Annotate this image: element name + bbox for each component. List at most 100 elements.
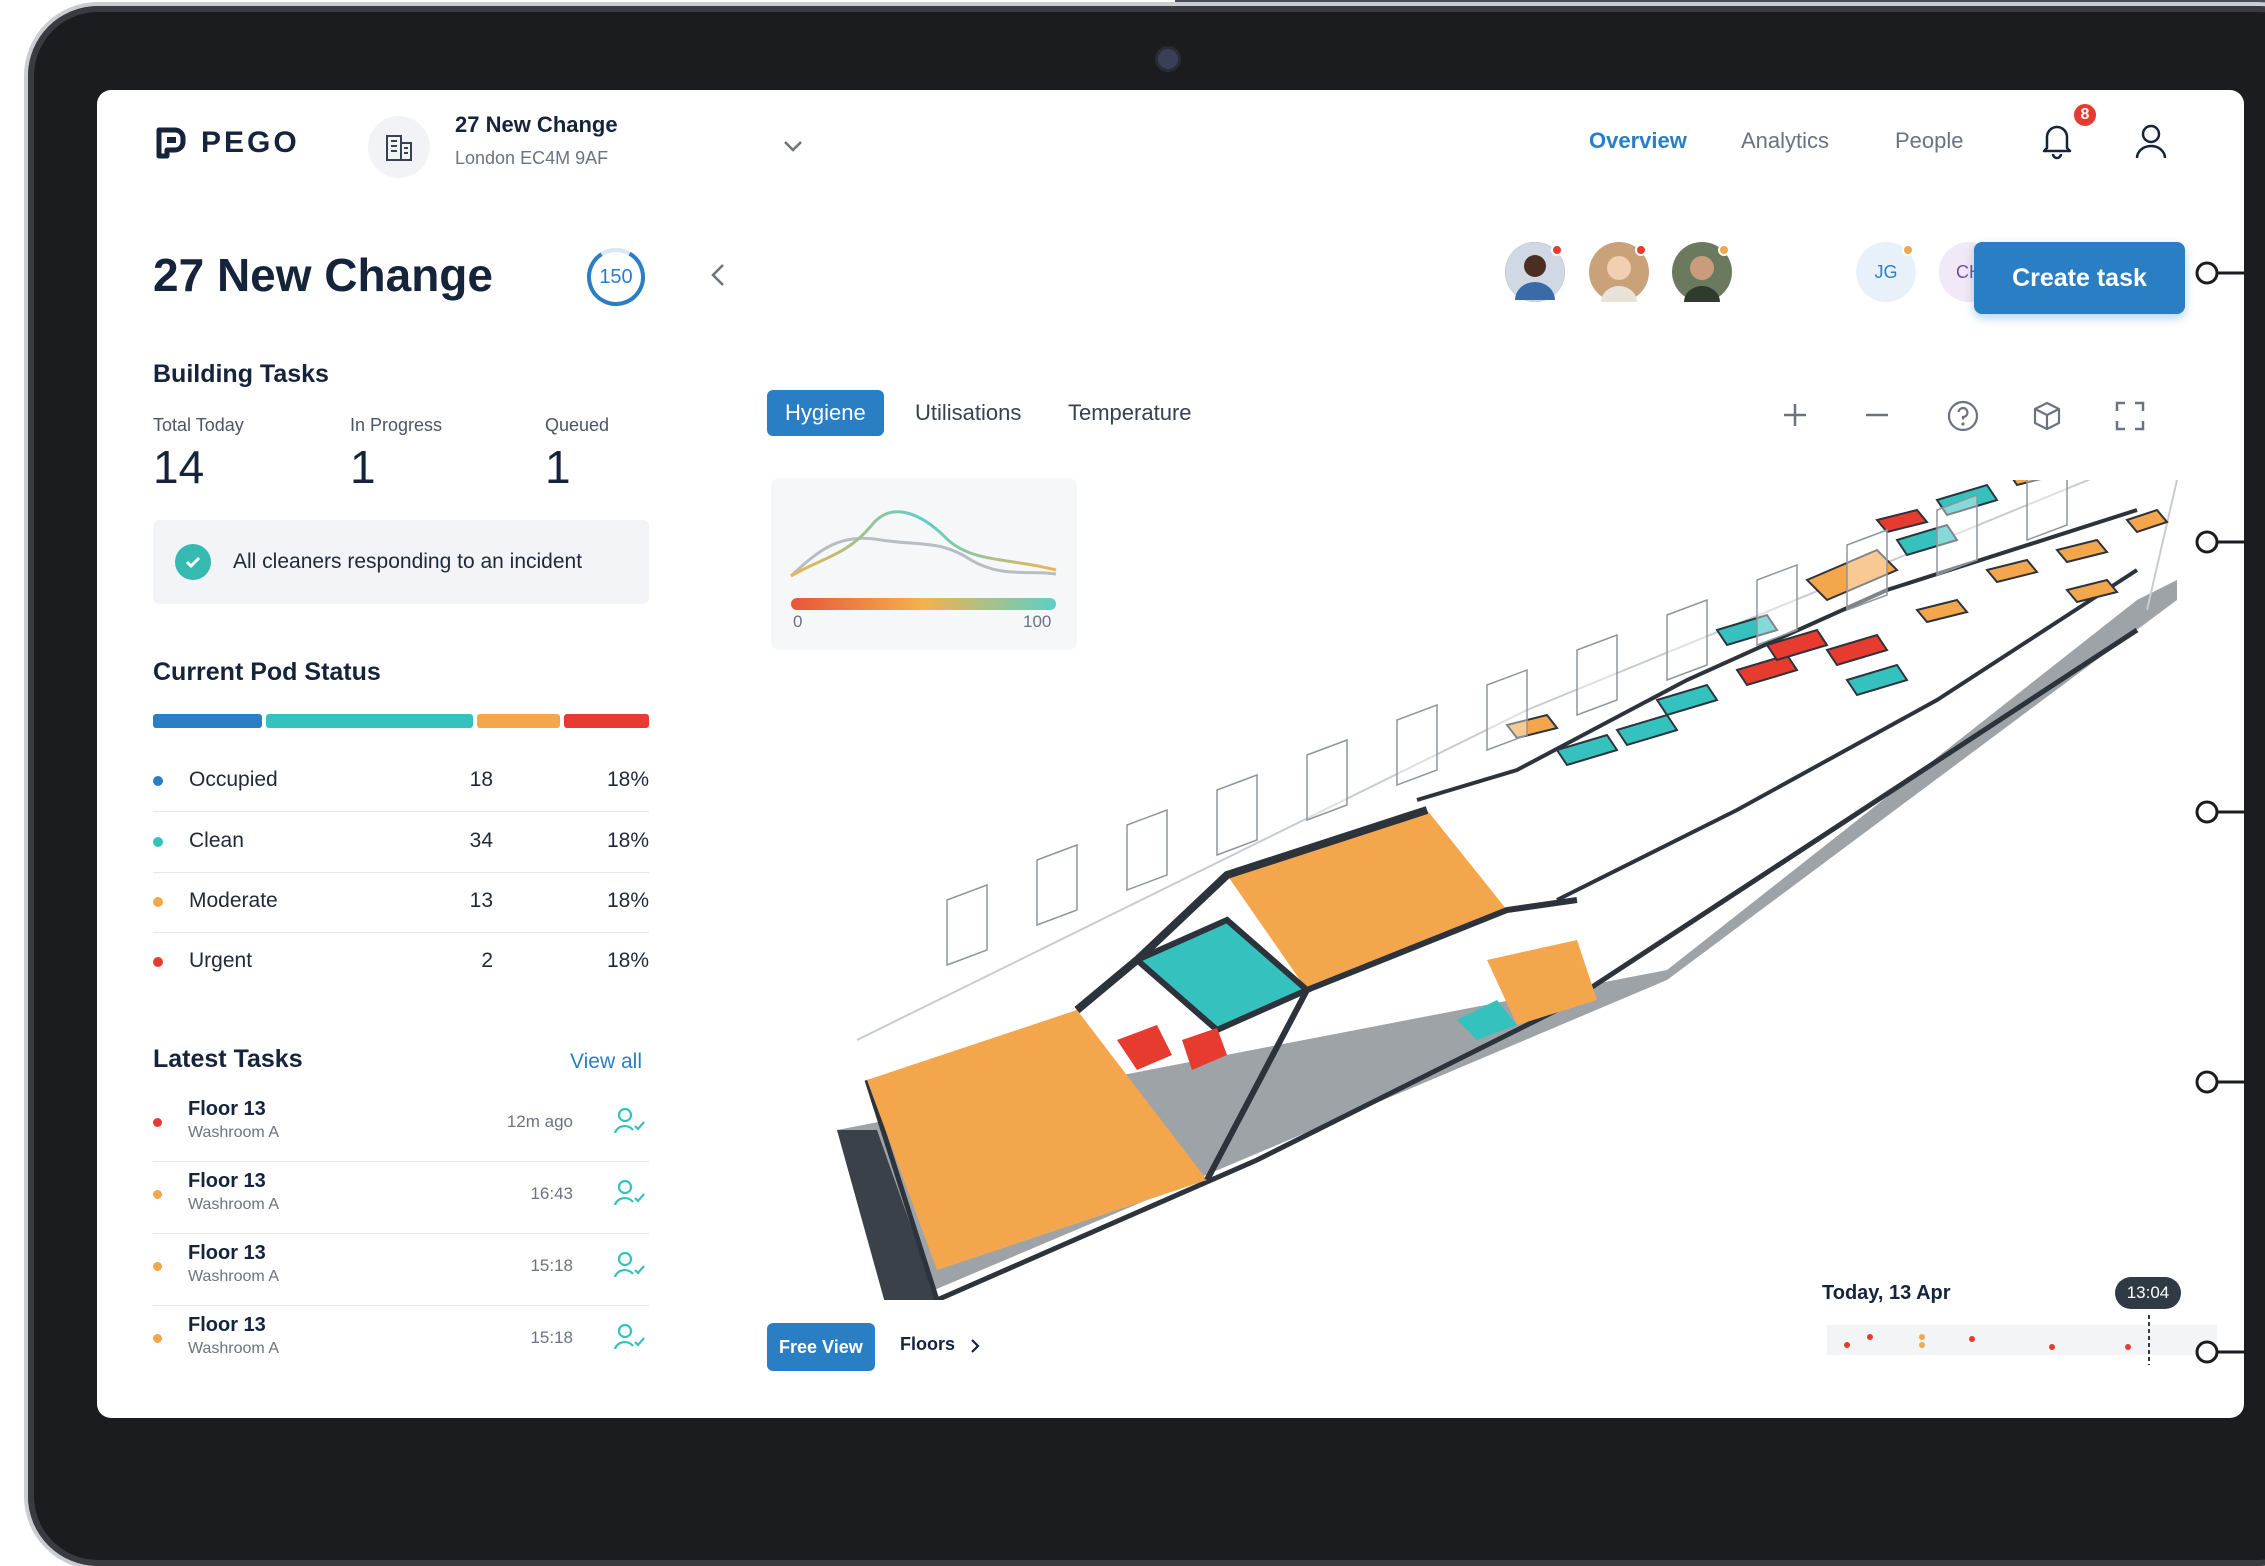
- latest-tasks-title: Latest Tasks: [153, 1045, 303, 1073]
- free-view-button[interactable]: Free View: [767, 1323, 875, 1371]
- pod-pct: 18%: [606, 829, 649, 852]
- notice-text: All cleaners responding to an incident: [233, 550, 583, 573]
- pego-logo-icon: [156, 127, 186, 159]
- status-dot: [153, 1190, 162, 1199]
- pod-status-bar: [153, 714, 649, 728]
- page-title: 27 New Change: [153, 249, 493, 301]
- fullscreen-icon[interactable]: [2114, 400, 2146, 432]
- callout-marker: [2195, 1340, 2265, 1364]
- brand-logo[interactable]: PEGO: [153, 126, 300, 160]
- avatar-initials[interactable]: JG: [1856, 242, 1916, 302]
- zoom-out-icon[interactable]: [1862, 400, 1892, 430]
- pod-count: 2: [481, 949, 493, 972]
- stat-label: In Progress: [350, 415, 443, 435]
- pod-name: Occupied: [189, 768, 278, 791]
- tab-utilisations[interactable]: Utilisations: [915, 390, 1021, 436]
- timeline-track[interactable]: [1827, 1315, 2227, 1365]
- stat-label: Queued: [545, 415, 610, 435]
- assign-user-icon[interactable]: [613, 1250, 647, 1280]
- chevron-left-icon[interactable]: [707, 260, 731, 290]
- building-tasks-title: Building Tasks: [153, 360, 329, 388]
- task-floor: Floor 13: [188, 1098, 266, 1120]
- user-icon[interactable]: [2133, 122, 2169, 162]
- chevron-down-icon[interactable]: [779, 132, 807, 160]
- status-dot: [153, 1262, 162, 1271]
- zoom-in-icon[interactable]: [1780, 400, 1810, 430]
- pod-bar-moderate: [477, 714, 560, 728]
- floors-button[interactable]: Floors: [900, 1334, 955, 1355]
- avatar[interactable]: [1505, 242, 1565, 302]
- assign-user-icon[interactable]: [613, 1178, 647, 1208]
- stat-value: 14: [153, 441, 205, 493]
- chevron-right-icon[interactable]: [967, 1336, 983, 1356]
- create-task-button[interactable]: Create task: [1974, 242, 2185, 314]
- legend-min: 0: [793, 612, 803, 631]
- task-row[interactable]: Floor 13 Washroom A 15:18: [153, 1306, 649, 1378]
- tab-temperature[interactable]: Temperature: [1068, 390, 1192, 436]
- bell-icon[interactable]: [2039, 120, 2075, 160]
- status-dot: [153, 837, 163, 847]
- assign-user-icon[interactable]: [613, 1322, 647, 1352]
- task-row[interactable]: Floor 13 Washroom A 16:43: [153, 1162, 649, 1234]
- stat-value: 1: [350, 441, 376, 493]
- task-row[interactable]: Floor 13 Washroom A 12m ago: [153, 1090, 649, 1162]
- assign-user-icon[interactable]: [613, 1106, 647, 1136]
- task-floor: Floor 13: [188, 1314, 266, 1336]
- task-room: Washroom A: [188, 1124, 279, 1141]
- brand-name: PEGO: [201, 126, 300, 159]
- check-icon: [175, 544, 211, 580]
- avatar-initials-text: JG: [1874, 261, 1898, 282]
- pod-status-title: Current Pod Status: [153, 658, 381, 686]
- callout-marker: [2195, 800, 2265, 824]
- status-dot: [153, 1118, 162, 1127]
- pod-count: 34: [469, 829, 493, 852]
- task-row[interactable]: Floor 13 Washroom A 15:18: [153, 1234, 649, 1306]
- status-dot: [1635, 244, 1647, 256]
- pod-bar-clean: [266, 714, 473, 728]
- status-dot: [153, 957, 163, 967]
- building-address: London EC4M 9AF: [455, 148, 609, 168]
- camera: [1158, 49, 1178, 69]
- pod-pct: 18%: [606, 768, 649, 791]
- task-room: Washroom A: [188, 1268, 279, 1285]
- task-time: 16:43: [530, 1184, 573, 1203]
- callout-marker: [2195, 530, 2265, 554]
- timeline-date: Today, 13 Apr: [1822, 1282, 1951, 1304]
- building-name: 27 New Change: [455, 112, 618, 137]
- pod-name: Moderate: [189, 889, 278, 912]
- status-dot: [1551, 244, 1563, 256]
- timeline-time[interactable]: 13:04: [2115, 1277, 2181, 1309]
- avatar[interactable]: [1589, 242, 1649, 302]
- pod-row-clean: Clean 34 18%: [153, 813, 649, 873]
- pod-pct: 18%: [606, 949, 649, 972]
- pod-row-moderate: Moderate 13 18%: [153, 873, 649, 933]
- task-room: Washroom A: [188, 1340, 279, 1357]
- stat-label: Total Today: [153, 415, 244, 435]
- score-value: 150: [599, 265, 633, 288]
- view-all-link[interactable]: View all: [570, 1050, 642, 1074]
- task-time: 15:18: [530, 1256, 573, 1275]
- status-dot: [1718, 244, 1730, 256]
- task-room: Washroom A: [188, 1196, 279, 1213]
- nav-analytics[interactable]: Analytics: [1741, 128, 1829, 154]
- help-icon[interactable]: [1947, 400, 1979, 432]
- callout-marker: [2195, 261, 2265, 285]
- pod-name: Urgent: [189, 949, 253, 972]
- avatar[interactable]: [1672, 242, 1732, 302]
- pod-bar-urgent: [564, 714, 649, 728]
- pod-row-urgent: Urgent 2 18%: [153, 933, 649, 993]
- task-floor: Floor 13: [188, 1170, 266, 1192]
- pod-row-occupied: Occupied 18 18%: [153, 752, 649, 812]
- nav-overview[interactable]: Overview: [1589, 128, 1687, 154]
- pod-name: Clean: [189, 829, 244, 852]
- floor-plan-3d[interactable]: [837, 480, 2227, 1300]
- nav-people[interactable]: People: [1895, 128, 1964, 154]
- app-screen: PEGO 27 New Change London EC4M 9AF Overv…: [97, 90, 2244, 1418]
- pod-pct: 18%: [606, 889, 649, 912]
- task-time: 12m ago: [506, 1112, 573, 1131]
- status-dot: [153, 1334, 162, 1343]
- status-dot: [153, 897, 163, 907]
- tab-hygiene[interactable]: Hygiene: [767, 390, 884, 436]
- task-time: 15:18: [530, 1328, 573, 1347]
- cube-icon[interactable]: [2031, 400, 2063, 432]
